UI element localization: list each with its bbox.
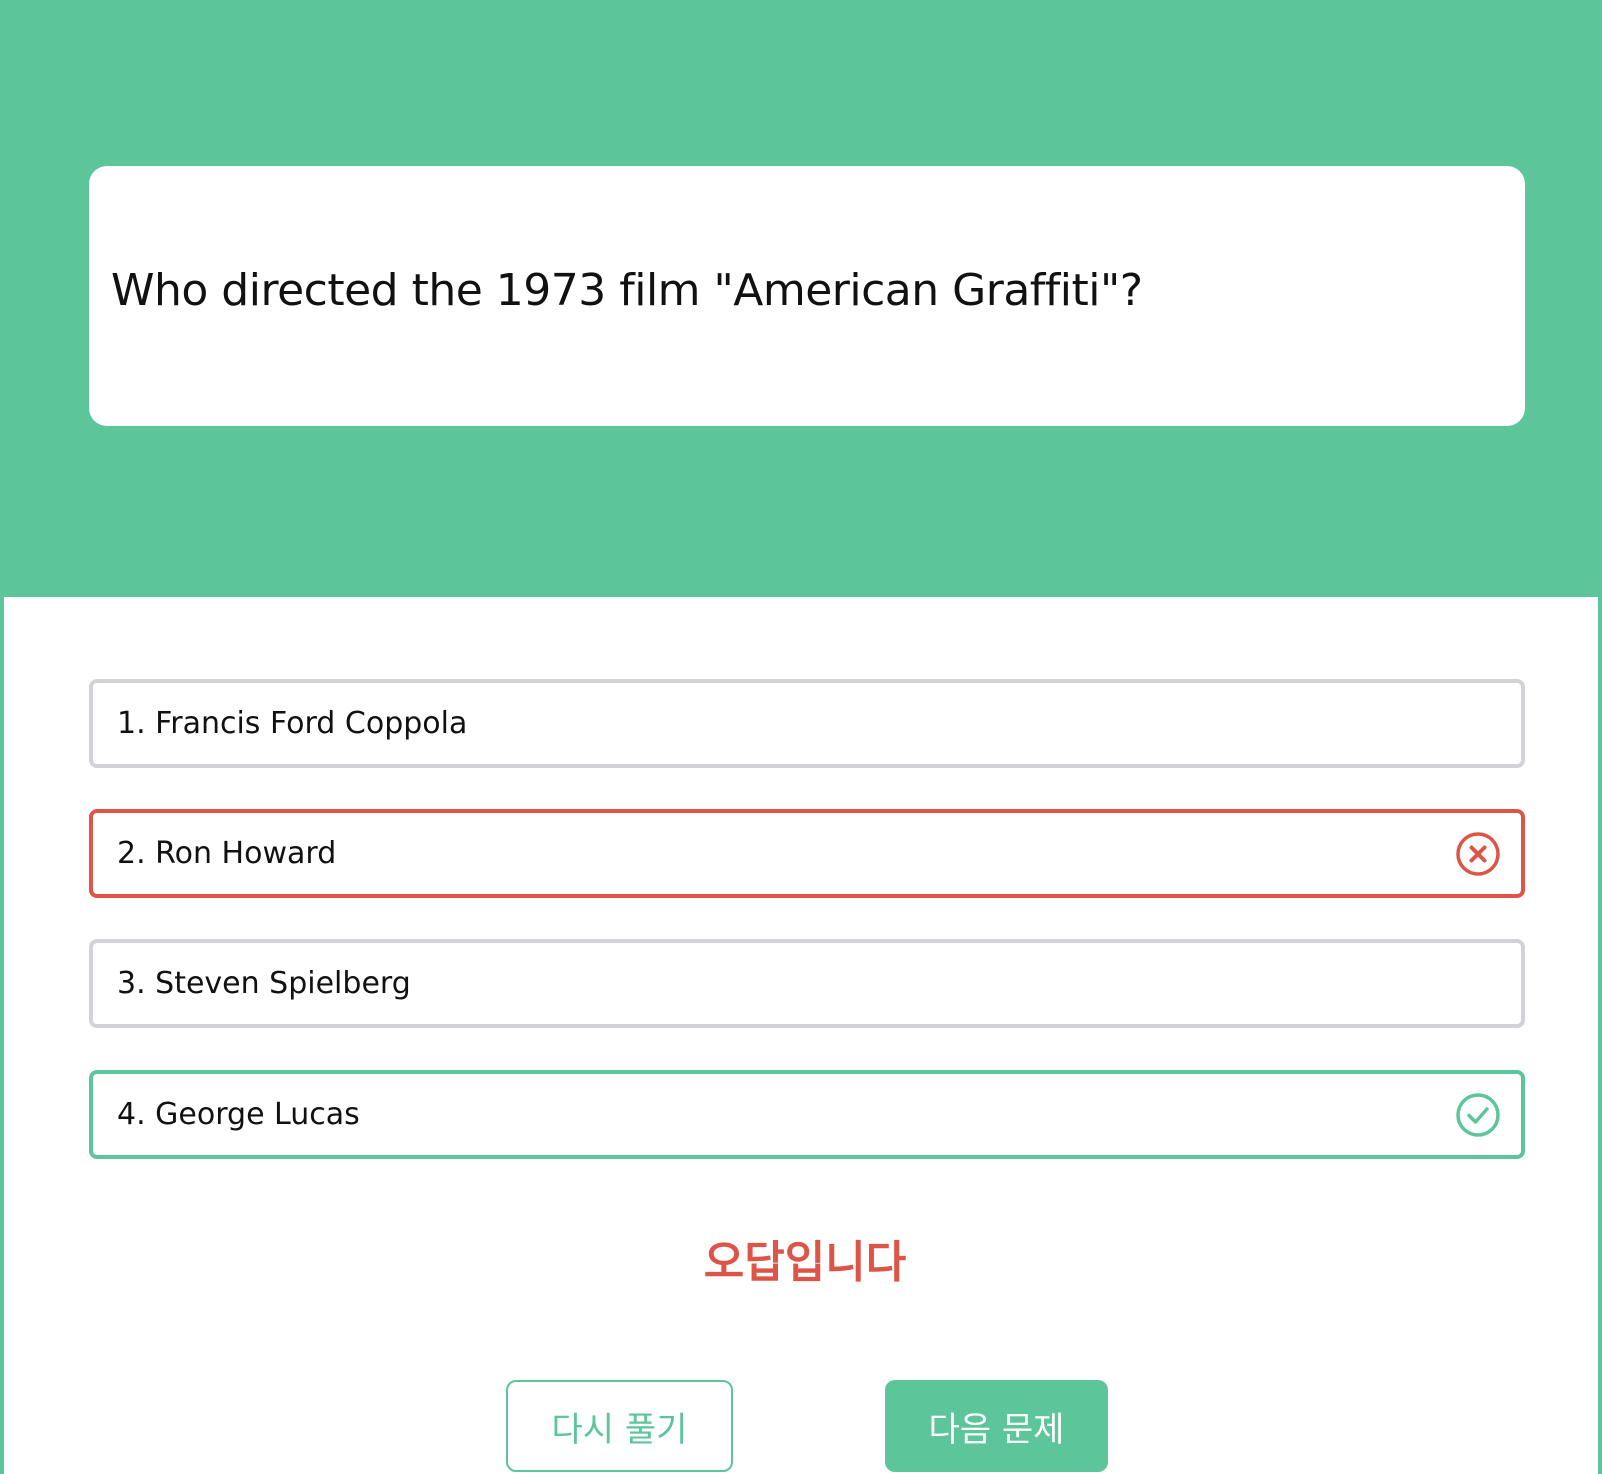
- question-text: Who directed the 1973 film "American Gra…: [111, 264, 1143, 316]
- close-circle-icon: [1456, 831, 1500, 876]
- answer-option-3[interactable]: 3. Steven Spielberg: [89, 939, 1525, 1028]
- answer-option-4[interactable]: 4. George Lucas: [89, 1070, 1525, 1159]
- check-circle-icon: [1456, 1092, 1500, 1137]
- next-question-button[interactable]: 다음 문제: [885, 1380, 1108, 1472]
- answer-option-1[interactable]: 1. Francis Ford Coppola: [89, 679, 1525, 768]
- answer-option-label: 3. Steven Spielberg: [117, 966, 411, 1001]
- question-header: Who directed the 1973 film "American Gra…: [4, 0, 1602, 597]
- question-card: Who directed the 1973 film "American Gra…: [89, 166, 1525, 426]
- result-message: 오답입니다: [703, 1237, 907, 1288]
- answer-option-label: 2. Ron Howard: [117, 836, 337, 871]
- quiz-page: Who directed the 1973 film "American Gra…: [0, 0, 1602, 1474]
- answer-option-label: 4. George Lucas: [117, 1097, 360, 1132]
- answer-option-2[interactable]: 2. Ron Howard: [89, 809, 1525, 898]
- answer-option-label: 1. Francis Ford Coppola: [117, 706, 468, 741]
- retry-button[interactable]: 다시 풀기: [506, 1380, 733, 1472]
